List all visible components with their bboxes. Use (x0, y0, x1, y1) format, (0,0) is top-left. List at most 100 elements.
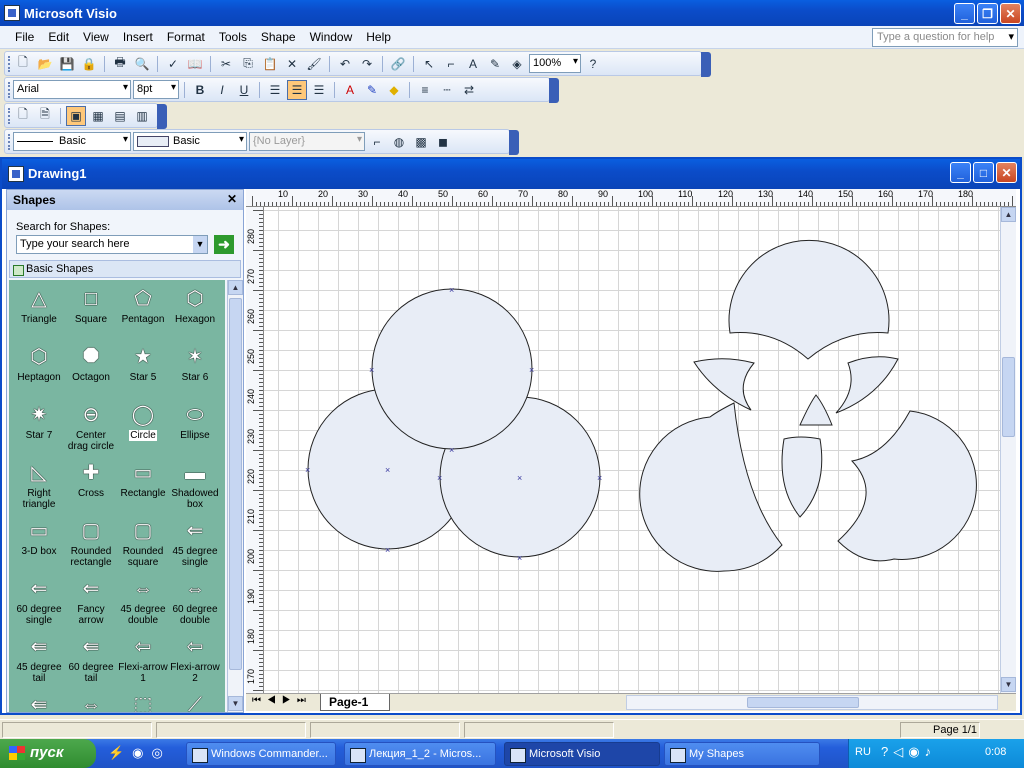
hyperlink-icon[interactable]: 🔗 (388, 54, 408, 74)
size-position-icon[interactable]: ▤ (110, 106, 130, 126)
task-my-shapes[interactable]: My Shapes (664, 742, 820, 766)
shape-data-icon[interactable]: ▥ (132, 106, 152, 126)
task-windows-commander[interactable]: Windows Commander... (186, 742, 336, 766)
stencil-item[interactable]: ⇔ (65, 688, 117, 712)
open-icon[interactable]: 📂 (35, 54, 55, 74)
canvas-scroll-down-icon[interactable]: ▼ (1001, 677, 1016, 692)
stencil-item[interactable]: ⬡ Heptagon (13, 340, 65, 398)
page-tab[interactable]: Page-1 (320, 694, 390, 711)
stencil-item[interactable]: ▬ Shadowed box (169, 456, 221, 514)
line-style-select[interactable]: Basic (13, 132, 131, 151)
minimize-button[interactable]: _ (954, 3, 975, 24)
layer-select[interactable]: {No Layer} (249, 132, 365, 151)
menu-window[interactable]: Window (303, 30, 360, 44)
stencil-item[interactable]: ⇚ 60 degree tail (65, 630, 117, 688)
stencil-item[interactable]: ▭ 3-D box (13, 514, 65, 572)
pointer-tool-icon[interactable]: ↖ (419, 54, 439, 74)
stencil-item[interactable]: ⇐ Fancy arrow (65, 572, 117, 630)
stencil-item[interactable]: □ Square (65, 282, 117, 340)
paste-icon[interactable]: 📋 (260, 54, 280, 74)
redo-icon[interactable]: ↷ (357, 54, 377, 74)
pan-zoom-icon[interactable]: ▦ (88, 106, 108, 126)
help-icon[interactable]: ? (583, 54, 603, 74)
stencil-item[interactable]: ⟋ (169, 688, 221, 712)
bold-icon[interactable]: B (190, 80, 210, 100)
stencil-item[interactable]: ⇔ 45 degree double (117, 572, 169, 630)
menu-insert[interactable]: Insert (116, 30, 160, 44)
stencil-item[interactable]: ✶ Star 6 (169, 340, 221, 398)
align-center-icon[interactable]: ☰ (287, 79, 307, 100)
restore-button[interactable]: ❐ (977, 3, 998, 24)
font-color-icon[interactable]: A (340, 80, 360, 100)
save-icon[interactable]: 💾 (57, 54, 77, 74)
format-painter-icon[interactable]: 🖌 (304, 54, 324, 74)
canvas-horizontal-scrollbar[interactable] (626, 695, 998, 710)
page-icon[interactable]: 🗋 (13, 106, 33, 126)
connector-tool-icon[interactable]: ⌐ (441, 54, 461, 74)
stencil-item[interactable]: ⇐ 45 degree single (169, 514, 221, 572)
start-button[interactable]: пуск (0, 739, 96, 768)
fragment-center-small[interactable] (799, 394, 833, 426)
stencil-item[interactable]: ⇦ Flexi-arrow 2 (169, 630, 221, 688)
line-tool-icon[interactable]: ✎ (485, 54, 505, 74)
stencil-header-basic-shapes[interactable]: Basic Shapes (9, 260, 241, 278)
line-pattern-icon[interactable]: ┄ (437, 80, 457, 100)
copy-icon[interactable]: ⎘ (238, 54, 258, 74)
document-icon[interactable] (8, 166, 24, 182)
visio-app-icon[interactable] (4, 5, 20, 21)
fragment-top[interactable] (728, 239, 890, 360)
cut-icon[interactable]: ✂ (216, 54, 236, 74)
fill-pattern-icon[interactable]: ▩ (411, 132, 431, 152)
stencil-item[interactable]: ▭ Rectangle (117, 456, 169, 514)
stencil-item[interactable]: ✚ Cross (65, 456, 117, 514)
ask-question-input[interactable]: Type a question for help (872, 28, 1018, 47)
close-pane-icon[interactable]: ✕ (227, 192, 237, 206)
task-lecture-document[interactable]: Лекция_1_2 - Micros... (344, 742, 496, 766)
underline-icon[interactable]: U (234, 80, 254, 100)
stencil-item[interactable]: ⬭ Ellipse (169, 398, 221, 456)
stencil-item[interactable]: ▢ Rounded rectangle (65, 514, 117, 572)
font-size-select[interactable]: 8pt (133, 80, 179, 99)
stencil-item[interactable]: ⬚ (117, 688, 169, 712)
stencil-item[interactable]: △ Triangle (13, 282, 65, 340)
scroll-down-icon[interactable]: ▼ (228, 696, 243, 711)
stencil-scrollbar[interactable]: ▲ ▼ (227, 280, 243, 712)
shapes-window-icon[interactable]: ▣ (66, 105, 86, 126)
page-setup-icon[interactable]: 🗎 (35, 106, 55, 126)
fill-style-select[interactable]: Basic (133, 132, 247, 151)
line-color-icon[interactable]: ✎ (362, 80, 382, 100)
stencil-item[interactable]: ✷ Star 7 (13, 398, 65, 456)
menu-file[interactable]: File (8, 30, 41, 44)
doc-close-button[interactable]: ✕ (996, 162, 1017, 183)
fragment-center-lens[interactable] (781, 436, 823, 518)
canvas-vscroll-thumb[interactable] (1002, 357, 1015, 437)
print-preview-icon[interactable]: 🔍 (132, 54, 152, 74)
undo-icon[interactable]: ↶ (335, 54, 355, 74)
new-icon[interactable]: 🗋 (13, 54, 33, 74)
fill-color-icon[interactable]: ◆ (384, 80, 404, 100)
search-dropdown-icon[interactable]: ▼ (193, 236, 207, 253)
venn-circle-top[interactable] (371, 288, 533, 450)
canvas-vertical-scrollbar[interactable]: ▲ ▼ (1000, 207, 1016, 693)
fragment-right-wing[interactable] (835, 356, 899, 414)
stencil-item[interactable]: ⇚ (13, 688, 65, 712)
menu-shape[interactable]: Shape (254, 30, 303, 44)
delete-icon[interactable]: ✕ (282, 54, 302, 74)
stencil-item[interactable]: ⇚ 45 degree tail (13, 630, 65, 688)
stencil-item[interactable]: ⇦ Flexi-arrow 1 (117, 630, 169, 688)
language-indicator[interactable]: RU (855, 746, 871, 758)
stencil-item[interactable]: ◺ Right triangle (13, 456, 65, 514)
tray-icons[interactable]: ?◁◉♪ (881, 744, 936, 760)
stencil-item[interactable]: ⊖ Center drag circle (65, 398, 117, 456)
spelling-icon[interactable]: ✓ (163, 54, 183, 74)
stencil-item[interactable]: ⇔ 60 degree double (169, 572, 221, 630)
stencil-item[interactable]: ⯃ Octagon (65, 340, 117, 398)
canvas-scroll-up-icon[interactable]: ▲ (1001, 207, 1016, 222)
align-right-icon[interactable]: ☰ (309, 80, 329, 100)
page-navigation-icons[interactable]: ⏮◀▶⏭ (252, 695, 312, 706)
scroll-up-icon[interactable]: ▲ (228, 280, 243, 295)
menu-view[interactable]: View (76, 30, 116, 44)
text-tool-icon[interactable]: A (463, 54, 483, 74)
task-microsoft-visio[interactable]: Microsoft Visio (504, 742, 660, 766)
research-icon[interactable]: 📖 (185, 54, 205, 74)
